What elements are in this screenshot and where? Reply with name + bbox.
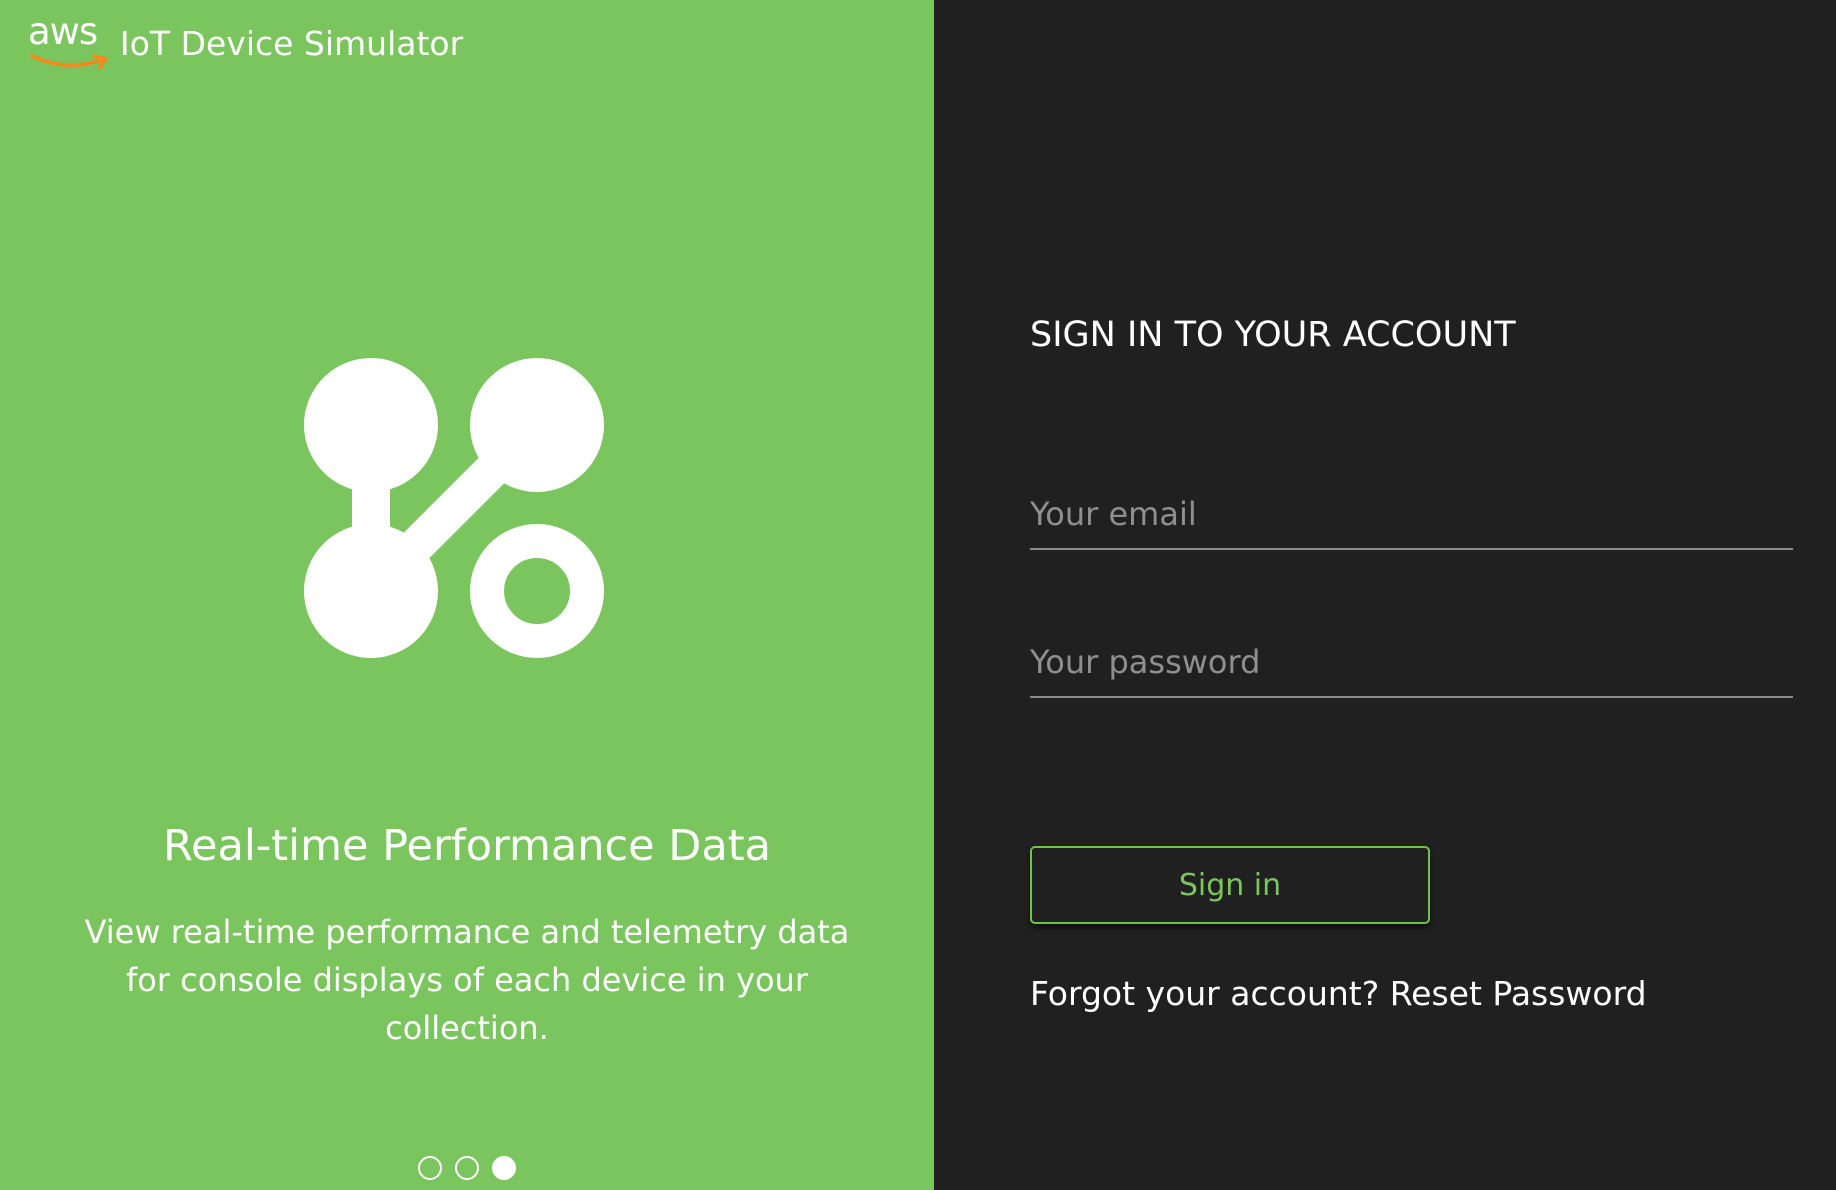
reset-password-link[interactable]: Reset Password bbox=[1390, 974, 1647, 1013]
feature-carousel-panel: aws IoT Device Simulator Real-time Perfo… bbox=[0, 0, 934, 1190]
slide-description: View real-time performance and telemetry… bbox=[84, 913, 850, 1047]
forgot-account-line: Forgot your account? Reset Password bbox=[1030, 970, 1647, 1018]
carousel-dot-3[interactable] bbox=[492, 1156, 516, 1180]
sign-in-panel: SIGN IN TO YOUR ACCOUNT Sign in Forgot y… bbox=[934, 0, 1836, 1190]
aws-smile-icon bbox=[30, 54, 108, 70]
slide-title: Real-time Performance Data bbox=[163, 821, 771, 871]
email-field[interactable] bbox=[1030, 480, 1793, 550]
carousel-dot-1[interactable] bbox=[418, 1156, 442, 1180]
device-network-icon bbox=[304, 358, 604, 658]
carousel-pagination bbox=[0, 1156, 934, 1180]
aws-mark: aws bbox=[28, 12, 112, 72]
aws-logo-text: aws bbox=[28, 10, 98, 53]
carousel-dot-2[interactable] bbox=[455, 1156, 479, 1180]
sign-in-heading: SIGN IN TO YOUR ACCOUNT bbox=[1030, 315, 1516, 355]
forgot-account-text: Forgot your account? bbox=[1030, 974, 1380, 1013]
app-title: IoT Device Simulator bbox=[120, 24, 464, 63]
sign-in-button[interactable]: Sign in bbox=[1030, 846, 1430, 924]
aws-logo: aws IoT Device Simulator bbox=[28, 12, 508, 72]
password-field[interactable] bbox=[1030, 628, 1793, 698]
